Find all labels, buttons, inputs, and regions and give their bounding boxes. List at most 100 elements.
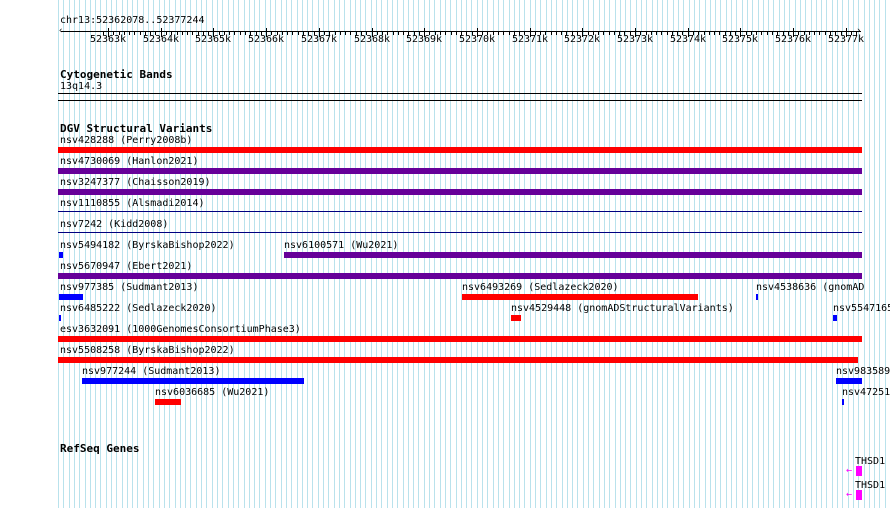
- ruler-minor-tick: [819, 32, 820, 35]
- ruler-tick-label: 52372k: [563, 34, 601, 45]
- sv-feature[interactable]: [58, 273, 862, 279]
- sv-feature[interactable]: [833, 315, 837, 321]
- ruler-minor-tick: [509, 32, 510, 35]
- gene-feature[interactable]: ←: [846, 466, 862, 476]
- sv-label: nsv5547165: [833, 303, 890, 314]
- ruler-minor-tick: [140, 32, 141, 35]
- sv-feature[interactable]: [58, 232, 862, 233]
- ruler-minor-tick: [445, 32, 446, 35]
- sv-label: esv3632091 (1000GenomesConsortiumPhase3): [60, 324, 301, 335]
- grid-line: [185, 0, 186, 508]
- grid-line: [270, 0, 271, 508]
- grid-line: [228, 0, 229, 508]
- ruler-tick-label: 52371k: [511, 34, 549, 45]
- ruler-minor-tick: [398, 32, 399, 35]
- ruler-tick-label: 52364k: [142, 34, 180, 45]
- sv-feature[interactable]: [58, 168, 862, 174]
- grid-line: [244, 0, 245, 508]
- sv-label: nsv4538636 (gnomAD: [756, 282, 865, 293]
- sv-feature[interactable]: [155, 399, 181, 405]
- grid-line: [196, 0, 197, 508]
- sv-feature[interactable]: [58, 189, 862, 195]
- ruler-minor-tick: [192, 32, 193, 35]
- sv-feature[interactable]: [284, 252, 862, 258]
- sv-label: nsv47251: [842, 387, 890, 398]
- ruler-minor-tick: [498, 32, 499, 35]
- ruler-minor-tick: [825, 32, 826, 35]
- sv-label: nsv5670947 (Ebert2021): [60, 261, 193, 272]
- sv-label: nsv6100571 (Wu2021): [284, 240, 399, 251]
- sv-feature[interactable]: [836, 378, 862, 384]
- ruler-minor-tick: [393, 32, 394, 35]
- ruler-minor-tick: [129, 32, 130, 35]
- gene-exon: [856, 490, 862, 500]
- sv-feature[interactable]: [462, 294, 698, 300]
- sv-label: nsv977244 (Sudmant2013): [82, 366, 221, 377]
- ruler-minor-tick: [556, 32, 557, 35]
- sv-feature[interactable]: [58, 211, 862, 212]
- ruler-minor-tick: [134, 32, 135, 35]
- grid-line: [238, 0, 239, 508]
- sv-feature[interactable]: [59, 294, 83, 300]
- ruler-minor-tick: [182, 32, 183, 35]
- sv-label: nsv4730069 (Hanlon2021): [60, 156, 199, 167]
- sv-feature[interactable]: [58, 336, 862, 342]
- ruler-minor-tick: [714, 32, 715, 35]
- grid-line: [222, 0, 223, 508]
- sv-label: nsv977385 (Sudmant2013): [60, 282, 199, 293]
- sv-label: nsv5508258 (ByrskaBishop2022): [60, 345, 235, 356]
- sv-feature[interactable]: [842, 399, 844, 405]
- gene-feature[interactable]: ←: [846, 490, 862, 500]
- sv-feature[interactable]: [756, 294, 758, 300]
- ruler-minor-tick: [709, 32, 710, 35]
- grid-line: [201, 0, 202, 508]
- genome-browser-view[interactable]: chr13:52362078..52377244 ‹ › 52363k 52364…: [0, 0, 890, 508]
- ruler-tick-label: 52376k: [774, 34, 812, 45]
- ruler-tick-label: 52368k: [353, 34, 391, 45]
- ruler-tick-label: 52377k: [827, 34, 865, 45]
- ruler-minor-tick: [772, 32, 773, 35]
- grid-line: [212, 0, 213, 508]
- ruler-left-arrow-icon: ‹: [58, 26, 64, 36]
- grid-line: [259, 0, 260, 508]
- refseq-track-title: RefSeq Genes: [60, 442, 140, 455]
- sv-label: nsv6036685 (Wu2021): [155, 387, 270, 398]
- ruler-track[interactable]: ‹ › 52363k 52364k 52365k 52366k 52367k 52368k…: [0, 24, 890, 50]
- grid-line: [249, 0, 250, 508]
- sv-feature[interactable]: [59, 252, 63, 258]
- ruler-tick-label: 52375k: [721, 34, 759, 45]
- grid-line: [217, 0, 218, 508]
- ruler-minor-tick: [234, 32, 235, 35]
- ruler-minor-tick: [719, 32, 720, 35]
- dgv-track-title: DGV Structural Variants: [60, 122, 213, 135]
- grid-line: [233, 0, 234, 508]
- ruler-minor-tick: [456, 32, 457, 35]
- grid-line: [864, 0, 865, 508]
- grid-line: [206, 0, 207, 508]
- sv-feature[interactable]: [58, 147, 862, 153]
- sv-label: nsv428288 (Perry2008b): [60, 135, 193, 146]
- grid-line: [180, 0, 181, 508]
- sv-label: nsv5494182 (ByrskaBishop2022): [60, 240, 235, 251]
- ruler-minor-tick: [609, 32, 610, 35]
- sv-feature[interactable]: [59, 315, 61, 321]
- sv-feature[interactable]: [82, 378, 304, 384]
- sv-label: nsv4529448 (gnomADStructuralVariants): [511, 303, 734, 314]
- ruler-minor-tick: [292, 32, 293, 35]
- ruler-minor-tick: [340, 32, 341, 35]
- sv-feature[interactable]: [511, 315, 521, 321]
- ruler-minor-tick: [767, 32, 768, 35]
- sv-label: nsv6493269 (Sedlazeck2020): [462, 282, 619, 293]
- ruler-tick-label: 52363k: [89, 34, 127, 45]
- sv-feature[interactable]: [58, 357, 858, 363]
- ruler-minor-tick: [603, 32, 604, 35]
- cytoband-upper-line: [58, 93, 862, 94]
- grid-line: [254, 0, 255, 508]
- ruler-minor-tick: [551, 32, 552, 35]
- grid-line: [281, 0, 282, 508]
- ruler-tick-label: 52367k: [300, 34, 338, 45]
- ruler-minor-tick: [187, 32, 188, 35]
- grid-line: [885, 0, 886, 508]
- grid-line: [879, 0, 880, 508]
- ruler-minor-tick: [350, 32, 351, 35]
